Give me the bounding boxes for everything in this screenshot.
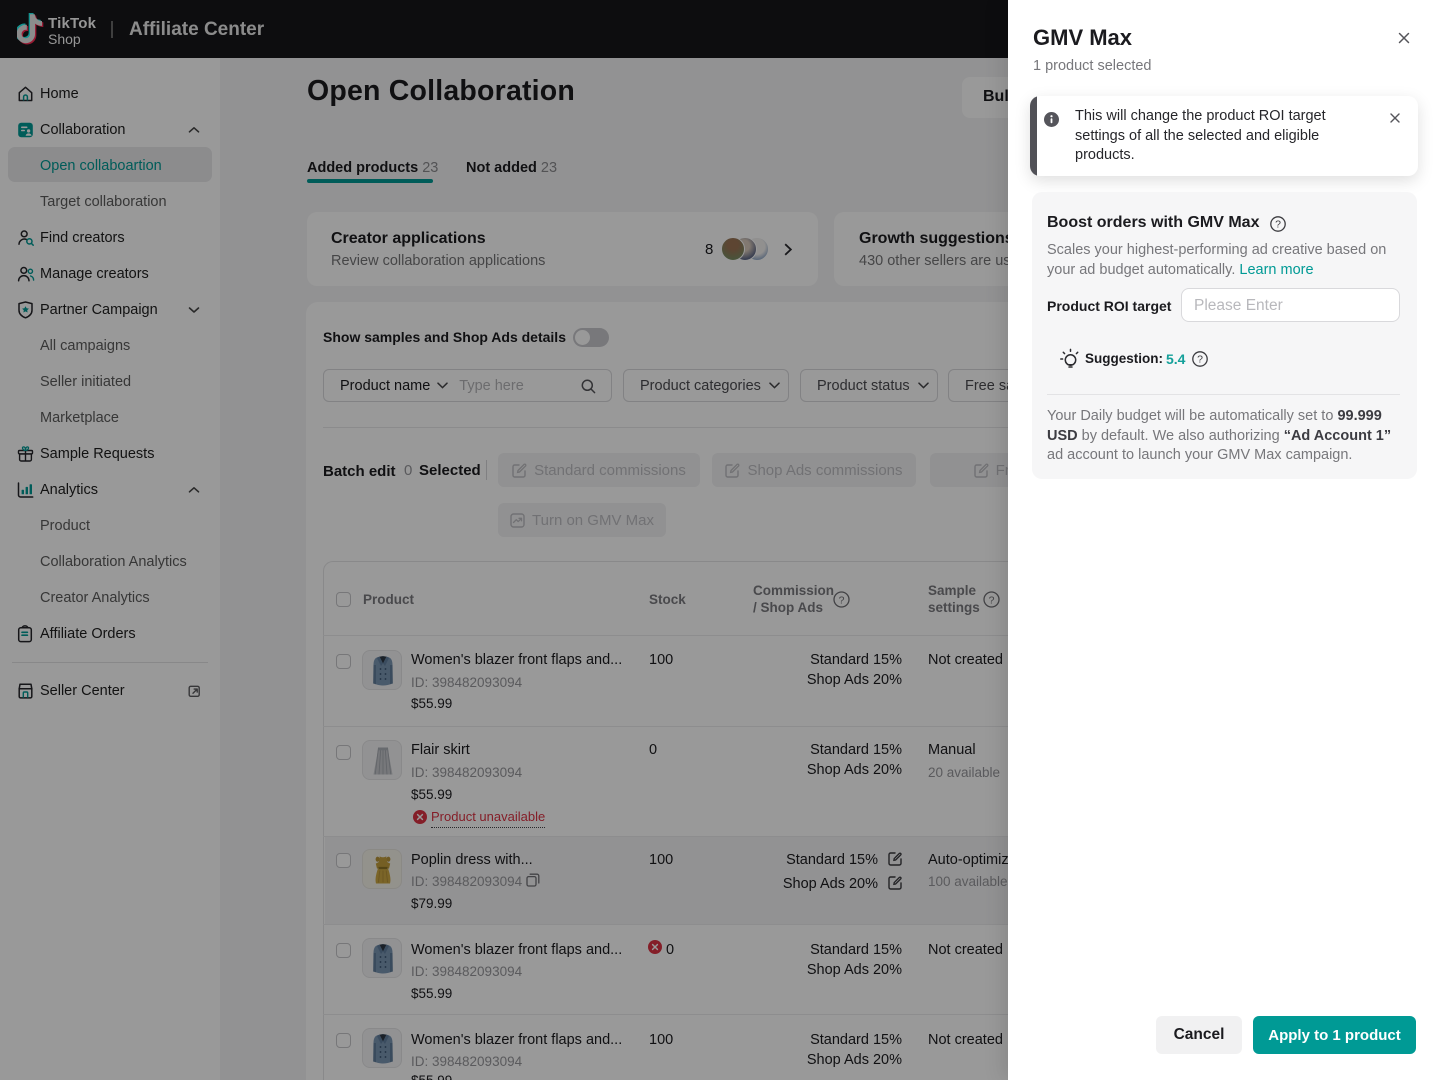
svg-text:?: ? [1197, 354, 1203, 366]
svg-text:?: ? [1275, 219, 1281, 231]
